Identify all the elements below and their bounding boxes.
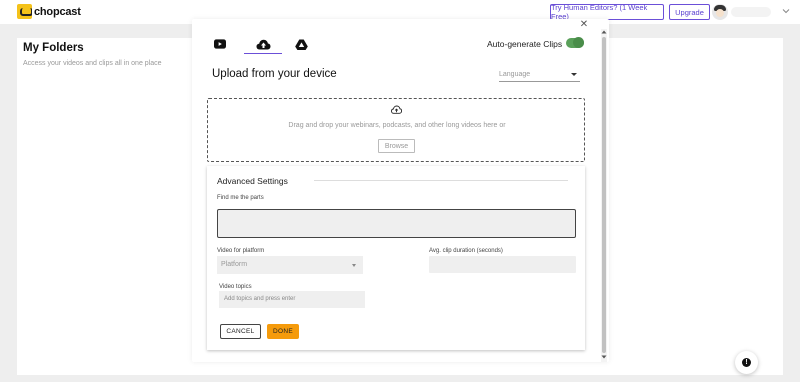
tab-google-drive[interactable] xyxy=(282,35,320,53)
platform-select[interactable]: Platform xyxy=(217,256,363,274)
divider xyxy=(314,180,568,181)
upload-title: Upload from your device xyxy=(212,68,337,80)
brand-logo[interactable]: chopcast xyxy=(17,4,81,19)
user-name-placeholder[interactable] xyxy=(731,7,771,17)
dropzone-text: Drag and drop your webinars, podcasts, a… xyxy=(288,122,506,129)
language-select[interactable]: Language xyxy=(499,71,580,82)
alert-icon: ! xyxy=(742,358,751,367)
scroll-down-arrow-icon[interactable] xyxy=(601,354,607,360)
scroll-up-arrow-icon[interactable] xyxy=(601,29,607,35)
avatar[interactable] xyxy=(712,4,728,20)
platform-label: Video for platform xyxy=(217,248,265,254)
advanced-settings-title: Advanced Settings xyxy=(217,176,288,186)
chopcast-logo-icon xyxy=(17,4,32,19)
scroll-thumb[interactable] xyxy=(602,37,606,353)
cancel-button[interactable]: CANCEL xyxy=(220,324,261,339)
video-topics-input[interactable]: Add topics and press enter xyxy=(219,291,365,308)
page-subtitle: Access your videos and clips all in one … xyxy=(23,60,162,67)
help-button[interactable]: ! xyxy=(735,351,758,374)
tab-upload[interactable] xyxy=(244,35,282,54)
cloud-upload-outline-icon xyxy=(391,105,402,114)
modal-scrollbar[interactable] xyxy=(601,29,607,362)
advanced-settings-card: Advanced Settings Find me the parts Vide… xyxy=(207,166,585,350)
caret-down-icon xyxy=(571,73,577,76)
auto-generate-label: Auto-generate Clips xyxy=(487,39,563,49)
brand-name: chopcast xyxy=(34,5,81,18)
clip-duration-label: Avg. clip duration (seconds) xyxy=(429,248,503,254)
find-parts-label: Find me the parts xyxy=(217,195,264,201)
google-drive-icon xyxy=(294,39,308,50)
upload-modal: ✕ Auto-generate Clips Upload from your d… xyxy=(192,19,609,362)
close-icon[interactable]: ✕ xyxy=(578,19,590,31)
chevron-down-icon[interactable] xyxy=(782,7,790,15)
try-human-editors-button[interactable]: Try Human Editors? (1 Week Free) xyxy=(550,3,664,21)
upgrade-button[interactable]: Upgrade xyxy=(669,4,710,20)
language-placeholder: Language xyxy=(499,71,531,78)
clip-duration-input[interactable] xyxy=(429,256,576,273)
done-button[interactable]: DONE xyxy=(267,324,299,339)
video-topics-placeholder: Add topics and press enter xyxy=(224,296,296,302)
cloud-upload-icon xyxy=(256,39,270,49)
youtube-icon xyxy=(214,39,226,49)
find-parts-input[interactable] xyxy=(217,209,576,238)
page-title: My Folders xyxy=(23,42,84,54)
auto-generate-toggle[interactable] xyxy=(566,37,584,48)
tab-youtube[interactable] xyxy=(214,35,226,53)
caret-down-icon xyxy=(352,264,356,267)
browse-button[interactable]: Browse xyxy=(378,139,415,153)
file-dropzone[interactable]: Drag and drop your webinars, podcasts, a… xyxy=(207,98,585,162)
video-topics-label: Video topics xyxy=(219,284,252,290)
platform-placeholder: Platform xyxy=(221,261,248,268)
source-tabs xyxy=(214,35,320,54)
